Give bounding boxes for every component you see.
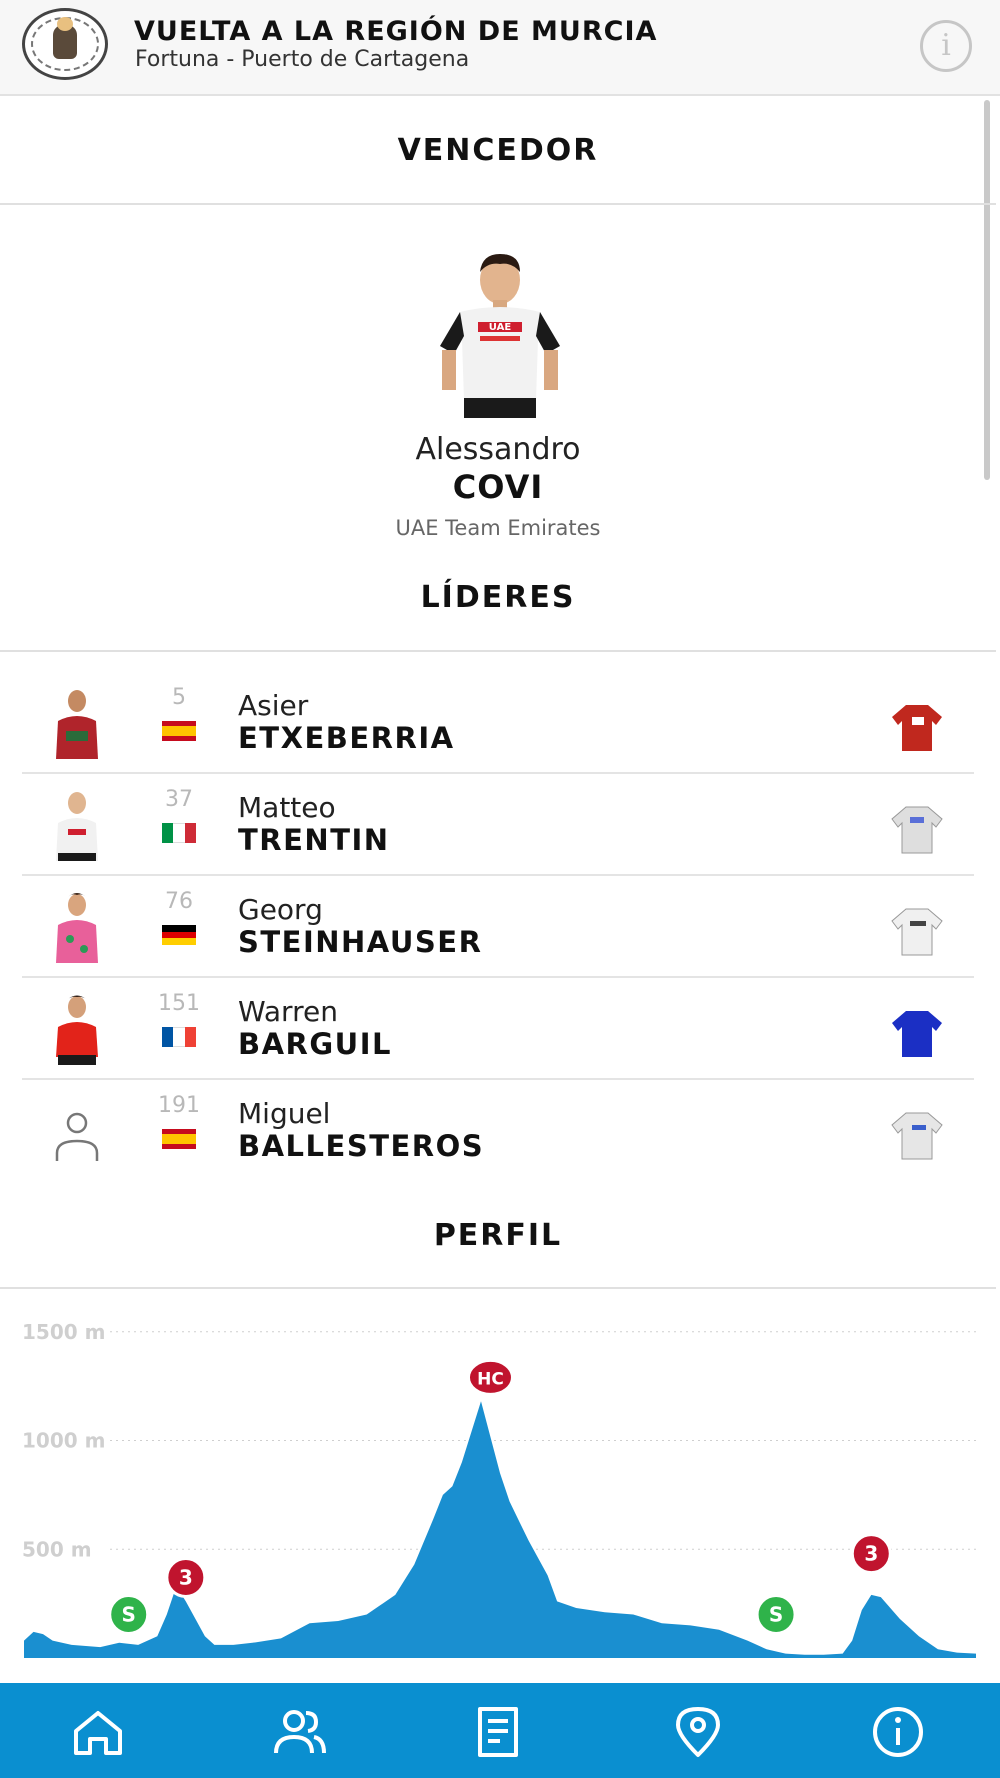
profile-heading: PERFIL (433, 1218, 563, 1253)
stage-subtitle: Fortuna - Puerto de Cartagena (135, 47, 470, 72)
rider-first-name: Matteo (238, 791, 336, 824)
rider-number: 151 (158, 991, 200, 1016)
user-placeholder-icon (55, 1112, 99, 1161)
info-icon[interactable]: i (920, 20, 972, 72)
climb-marker: HC (466, 1358, 514, 1396)
winner-last-name[interactable]: COVI (0, 468, 996, 506)
marker-label: 3 (864, 1542, 878, 1566)
climb-marker: 3 (165, 1557, 207, 1599)
flag-spain-icon (162, 721, 196, 741)
leader-jersey-icon (892, 705, 942, 751)
rider-last-name: ETXEBERRIA (238, 721, 455, 755)
divider (0, 203, 996, 205)
riders-icon[interactable] (270, 1705, 330, 1759)
y-tick-label: 1500 m (22, 1320, 105, 1344)
marker-label: HC (477, 1369, 504, 1389)
logo-figure (53, 17, 77, 59)
rider-first-name: Asier (238, 689, 309, 722)
rider-avatar (56, 690, 98, 759)
rider-first-name: Warren (238, 995, 338, 1028)
leader-row[interactable]: 37 Matteo TRENTIN (22, 775, 974, 876)
svg-text:UAE: UAE (489, 322, 512, 333)
sprint-marker: S (108, 1594, 150, 1635)
race-logo (22, 8, 108, 80)
app-header: VUELTA A LA REGIÓN DE MURCIA Fortuna - P… (0, 0, 1000, 96)
leader-jersey-icon (891, 806, 943, 854)
classification-icon[interactable] (468, 1705, 528, 1759)
race-title: VUELTA A LA REGIÓN DE MURCIA (134, 16, 658, 47)
rider-avatar (56, 995, 98, 1065)
leader-jersey-icon (891, 1112, 943, 1160)
rider-last-name: STEINHAUSER (238, 925, 483, 959)
divider (0, 650, 996, 652)
leaders-heading: LÍDERES (420, 580, 576, 615)
rider-last-name: BALLESTEROS (238, 1129, 485, 1163)
rider-last-name: TRENTIN (238, 823, 390, 857)
leader-row[interactable]: 5 Asier ETXEBERRIA (22, 673, 974, 774)
location-icon[interactable] (668, 1705, 728, 1759)
leader-row[interactable]: 76 Georg STEINHAUSER (22, 877, 974, 978)
flag-germany-icon (162, 925, 196, 945)
elevation-profile-chart: 1500 m 1000 m 500 m S 3 HC S 3 (22, 1320, 976, 1658)
y-tick-label: 500 m (22, 1537, 92, 1561)
winner-heading: VENCEDOR (397, 133, 599, 168)
bottom-nav (0, 1683, 1000, 1778)
info-icon[interactable] (868, 1705, 928, 1759)
leader-row[interactable]: 191 Miguel BALLESTEROS (22, 1081, 974, 1182)
sprint-marker: S (755, 1594, 797, 1635)
rider-number: 191 (158, 1093, 200, 1118)
rider-first-name: Miguel (238, 1097, 331, 1130)
flag-spain-icon (162, 1129, 196, 1149)
y-tick-label: 1000 m (22, 1429, 105, 1453)
flag-france-icon (162, 1027, 196, 1047)
home-icon[interactable] (68, 1705, 128, 1759)
rider-number: 37 (165, 787, 193, 812)
elevation-area (24, 1401, 976, 1658)
rider-number: 5 (172, 685, 186, 710)
marker-label: S (122, 1603, 136, 1627)
leader-jersey-icon (892, 1011, 942, 1057)
rider-avatar (56, 893, 98, 963)
rider-avatar (56, 792, 98, 861)
leader-jersey-icon (891, 908, 943, 956)
winner-first-name: Alessandro (415, 432, 581, 467)
winner-team: UAE Team Emirates (395, 516, 601, 540)
flag-italy-icon (162, 823, 196, 843)
rider-number: 76 (165, 889, 193, 914)
climb-marker: 3 (850, 1533, 892, 1575)
leader-row[interactable]: 151 Warren BARGUIL (22, 979, 974, 1080)
divider (0, 1287, 996, 1289)
marker-label: 3 (179, 1566, 193, 1590)
rider-last-name: BARGUIL (238, 1027, 392, 1061)
marker-label: S (769, 1603, 783, 1627)
rider-first-name: Georg (238, 893, 323, 926)
winner-photo: UAE (440, 254, 560, 418)
